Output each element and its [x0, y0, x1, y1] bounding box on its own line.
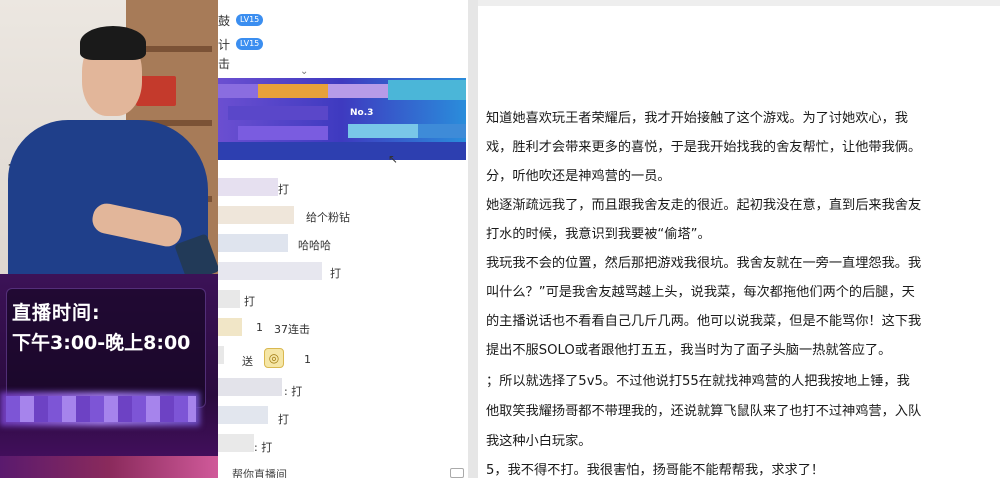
document-line: 的主播说话也不看看自己几斤几两。他可以说我菜，但是不能骂你！这下我 [486, 314, 922, 329]
blurred-username [218, 406, 268, 424]
chat-message: 给个粉钻 [306, 211, 350, 224]
schedule-overlay: 直播时间: 下午3:00-晚上8:00 [0, 274, 218, 478]
document-line: 5，我不得不打。我很害怕，扬哥能不能帮帮我，求求了！ [486, 463, 825, 478]
blurred-username [218, 434, 254, 452]
chevron-down-icon[interactable]: ⌄ [300, 66, 308, 77]
streamer-hair [80, 26, 146, 60]
screen: ✛ 直播时间: 下午3:00-晚上8:00 鼓 LV15 计 LV15 击 ⌄ [0, 0, 1000, 478]
chat-message: 打 [244, 295, 255, 308]
live-time-label: 直播时间: [12, 302, 101, 324]
document-top-bar [478, 0, 1000, 6]
document-line: 我这种小白玩家。 [486, 434, 592, 449]
gift-icon: ◎ [264, 348, 284, 368]
blurred-username [218, 206, 294, 224]
chat-message: 打 [278, 183, 289, 196]
chat-user-row[interactable]: 击 [218, 56, 231, 71]
blurred-username [218, 178, 278, 196]
document-page: 知道她喜欢玩王者荣耀后，我才开始接触了这个游戏。为了讨她欢心，我 戏，胜利才会带… [478, 0, 1000, 478]
chat-user-row[interactable]: 计 LV15 [218, 34, 264, 54]
blurred-username [218, 290, 240, 308]
banner-rank: No.3 [350, 108, 374, 118]
chat-message: 打 [330, 267, 341, 280]
mouse-cursor-icon: ↖ [388, 152, 399, 166]
webcam-feed: ✛ 直播时间: 下午3:00-晚上8:00 [0, 0, 218, 478]
chat-message: : 打 [254, 441, 273, 454]
document-line: ；所以就选择了5v5。不过他说打55在就找神鸡营的人把我按地上锤，我 [486, 374, 910, 389]
document-line: 知道她喜欢玩王者荣耀后，我才开始接触了这个游戏。为了讨她欢心，我 [486, 111, 908, 126]
document-line: 他取笑我耀扬哥都不带理我的，还说就算飞鼠队来了也打不过神鸡营，入队 [486, 404, 922, 419]
document-line: 打水的时候，我意识到我要被“偷塔”。 [486, 227, 711, 242]
footer-label[interactable]: 帮你直播间 [232, 466, 287, 478]
chat-message: 1 [256, 321, 263, 334]
chat-message: 哈哈哈 [298, 239, 331, 252]
level-badge: LV15 [236, 14, 264, 26]
document-line: 我玩我不会的位置，然后那把游戏我很坑。我舍友就在一旁一直埋怨我。我 [486, 256, 922, 271]
chat-message: 打 [278, 413, 289, 426]
chat-username: 击 [218, 56, 231, 71]
blurred-username [218, 262, 322, 280]
document-line: 提出不服SOLO或者跟他打五五，我当时为了面子头脑一热就答应了。 [486, 343, 892, 358]
scrollbar[interactable] [468, 0, 478, 478]
chat-message: : 打 [284, 385, 303, 398]
chat-panel: 鼓 LV15 计 LV15 击 ⌄ No.3 ↖ 打 给个粉钻 哈哈哈 打 打 … [218, 0, 478, 478]
chat-username: 鼓 [218, 13, 231, 28]
footer-button[interactable] [450, 468, 464, 478]
level-badge: LV15 [236, 38, 264, 50]
combo-count: 37连击 [274, 323, 310, 336]
document-line: 叫什么？”可是我舍友越骂越上头，说我菜，每次都拖他们两个的后腿，天 [486, 285, 915, 300]
live-time-hours: 下午3:00-晚上8:00 [12, 332, 191, 354]
blurred-username [218, 378, 282, 396]
chat-message: 送 [242, 355, 253, 368]
overlay-footer-strip [0, 456, 218, 478]
gift-banner[interactable]: No.3 [218, 78, 466, 160]
blurred-username [218, 346, 224, 364]
blurred-username [218, 318, 242, 336]
document-line: 戏，胜利才会带来更多的喜悦，于是我开始找我的舍友帮忙，让他带我俩。 [486, 140, 922, 155]
chat-message: 1 [304, 353, 311, 366]
document-line: 分，听他吹还是神鸡营的一员。 [486, 169, 671, 184]
pixelated-banner [6, 396, 196, 422]
chat-footer: 帮你直播间 [218, 466, 478, 478]
blurred-username [218, 234, 288, 252]
chat-username: 计 [218, 37, 231, 52]
document-line: 她逐渐疏远我了，而且跟我舍友走的很近。起初我没在意，直到后来我舍友 [486, 198, 922, 213]
chat-user-row[interactable]: 鼓 LV15 [218, 10, 264, 30]
